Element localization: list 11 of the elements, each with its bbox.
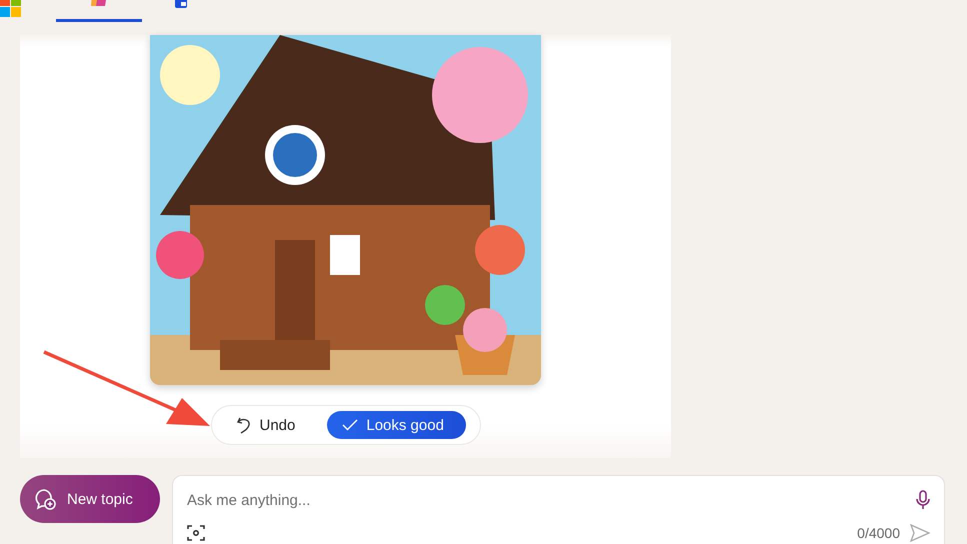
screenshot-icon[interactable]: [187, 524, 205, 542]
new-topic-button[interactable]: New topic: [20, 475, 160, 523]
undo-button[interactable]: Undo: [220, 416, 308, 434]
windows-logo: [0, 0, 21, 17]
undo-icon: [236, 416, 252, 434]
confirm-button[interactable]: Looks good: [327, 411, 466, 439]
microphone-icon[interactable]: [916, 490, 930, 510]
checkmark-icon: [342, 419, 358, 431]
tab[interactable]: [56, 0, 142, 22]
chat-add-icon: [33, 487, 57, 511]
character-counter: 0/4000: [857, 525, 900, 541]
